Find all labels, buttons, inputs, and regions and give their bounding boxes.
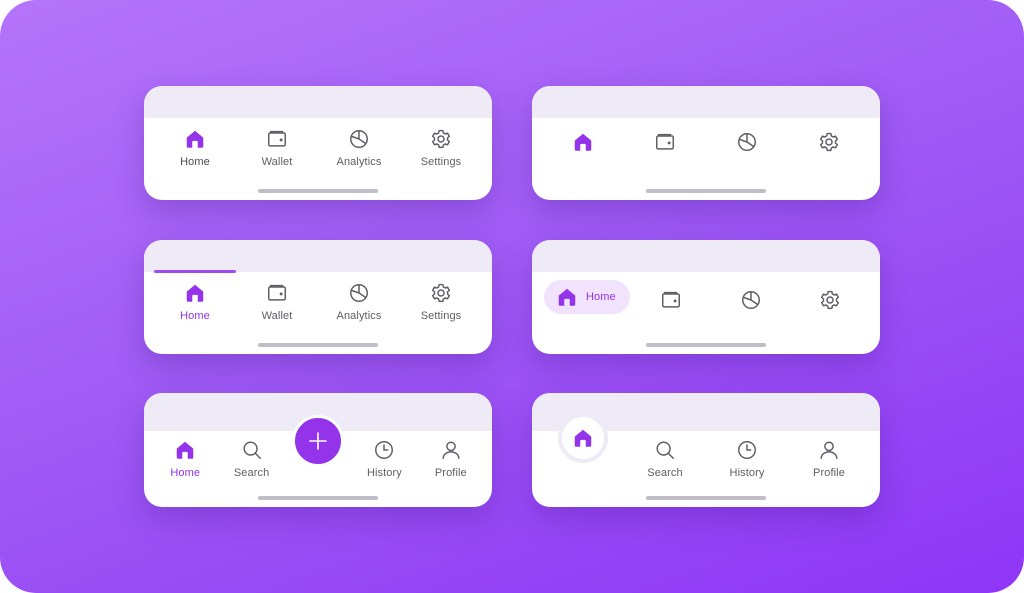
- tab-label: Profile: [434, 467, 467, 479]
- tab-label: Analytics: [336, 156, 382, 168]
- search-icon: [241, 439, 263, 461]
- home-icon: [556, 286, 578, 308]
- tab-settings[interactable]: [788, 118, 870, 188]
- tab-label: Wallet: [261, 156, 293, 168]
- active-indicator-line: [154, 270, 236, 273]
- tab-history[interactable]: History: [706, 431, 788, 501]
- user-icon: [440, 439, 462, 461]
- tab-bar: Home Search History Profile: [152, 415, 484, 501]
- tab-bar-card-center-fab: Home Search History Profile: [144, 393, 492, 507]
- clock-icon: [373, 439, 395, 461]
- content-area: [144, 240, 492, 272]
- tab-wallet[interactable]: Wallet: [236, 272, 318, 342]
- tab-label: Analytics: [336, 310, 382, 322]
- wallet-icon: [660, 289, 682, 311]
- clock-icon: [736, 439, 758, 461]
- search-icon: [654, 439, 676, 461]
- tab-bar: [542, 118, 870, 188]
- pie-chart-icon: [740, 289, 762, 311]
- user-icon: [818, 439, 840, 461]
- home-icon: [572, 427, 594, 449]
- tab-wallet[interactable]: Wallet: [236, 118, 318, 188]
- tab-settings[interactable]: Settings: [400, 272, 482, 342]
- tab-bar-card-icon-label: Home Wallet Analytics Settings: [144, 86, 492, 200]
- tab-wallet[interactable]: [624, 118, 706, 188]
- home-indicator: [646, 189, 766, 193]
- home-icon: [184, 282, 206, 304]
- tab-label: Search: [233, 467, 270, 479]
- tab-bar-card-pill: Home: [532, 240, 880, 354]
- active-ring: [558, 413, 608, 463]
- tab-bar: Home Wallet Analytics Settings: [154, 118, 482, 188]
- home-indicator: [258, 343, 378, 347]
- tab-analytics[interactable]: [711, 272, 791, 342]
- tab-analytics[interactable]: Analytics: [318, 118, 400, 188]
- tab-label: Home: [170, 467, 201, 479]
- tab-home[interactable]: [542, 118, 624, 188]
- active-pill[interactable]: Home: [544, 280, 630, 314]
- gear-icon: [430, 128, 452, 150]
- tab-bar: Home: [544, 272, 870, 342]
- tab-bar-card-top-indicator: Home Wallet Analytics Settings: [144, 240, 492, 354]
- wallet-icon: [654, 131, 676, 153]
- tab-bar-card-raised-ring: Home Search History Profile: [532, 393, 880, 507]
- wallet-icon: [266, 282, 288, 304]
- tab-home[interactable]: Home: [154, 118, 236, 188]
- tab-label: Settings: [420, 310, 462, 322]
- tab-home[interactable]: Home: [542, 413, 624, 501]
- tab-settings[interactable]: [791, 272, 871, 342]
- tab-label: Settings: [420, 156, 462, 168]
- tab-wallet[interactable]: [631, 272, 711, 342]
- content-area: [532, 86, 880, 118]
- tab-bar: Home Search History Profile: [542, 413, 870, 501]
- tab-label: Home: [586, 291, 616, 303]
- background-canvas: Home Wallet Analytics Settings Home Wall…: [0, 0, 1024, 593]
- tab-home[interactable]: Home: [154, 270, 236, 342]
- tab-analytics[interactable]: [706, 118, 788, 188]
- tab-settings[interactable]: Settings: [400, 118, 482, 188]
- content-area: [532, 240, 880, 272]
- home-icon: [174, 439, 196, 461]
- tab-profile[interactable]: Profile: [418, 431, 484, 501]
- tab-analytics[interactable]: Analytics: [318, 272, 400, 342]
- tab-profile[interactable]: Profile: [788, 431, 870, 501]
- tab-home[interactable]: Home: [544, 272, 631, 342]
- content-area: [144, 86, 492, 118]
- home-icon: [572, 131, 594, 153]
- tab-label: History: [366, 467, 402, 479]
- tab-bar-card-icons-only: [532, 86, 880, 200]
- home-icon: [184, 128, 206, 150]
- home-indicator: [646, 496, 766, 500]
- add-button[interactable]: [292, 415, 345, 467]
- tab-bar: Home Wallet Analytics Settings: [154, 270, 482, 342]
- tab-label: Search: [647, 467, 683, 479]
- home-indicator: [258, 189, 378, 193]
- tab-search[interactable]: Search: [218, 431, 284, 501]
- home-indicator: [258, 496, 378, 500]
- tab-label: Wallet: [261, 310, 293, 322]
- gear-icon: [818, 131, 840, 153]
- tab-home[interactable]: Home: [152, 431, 218, 501]
- tab-label: Profile: [813, 467, 845, 479]
- gear-icon: [819, 289, 841, 311]
- wallet-icon: [266, 128, 288, 150]
- tab-history[interactable]: History: [351, 431, 417, 501]
- gear-icon: [430, 282, 452, 304]
- tab-label: History: [729, 467, 765, 479]
- tab-label: Home: [180, 156, 210, 168]
- fab-slot: [285, 415, 351, 501]
- home-indicator: [646, 343, 766, 347]
- pie-chart-icon: [736, 131, 758, 153]
- pie-chart-icon: [348, 282, 370, 304]
- tab-label: Home: [180, 310, 210, 322]
- pie-chart-icon: [348, 128, 370, 150]
- plus-icon: [306, 429, 330, 453]
- tab-search[interactable]: Search: [624, 431, 706, 501]
